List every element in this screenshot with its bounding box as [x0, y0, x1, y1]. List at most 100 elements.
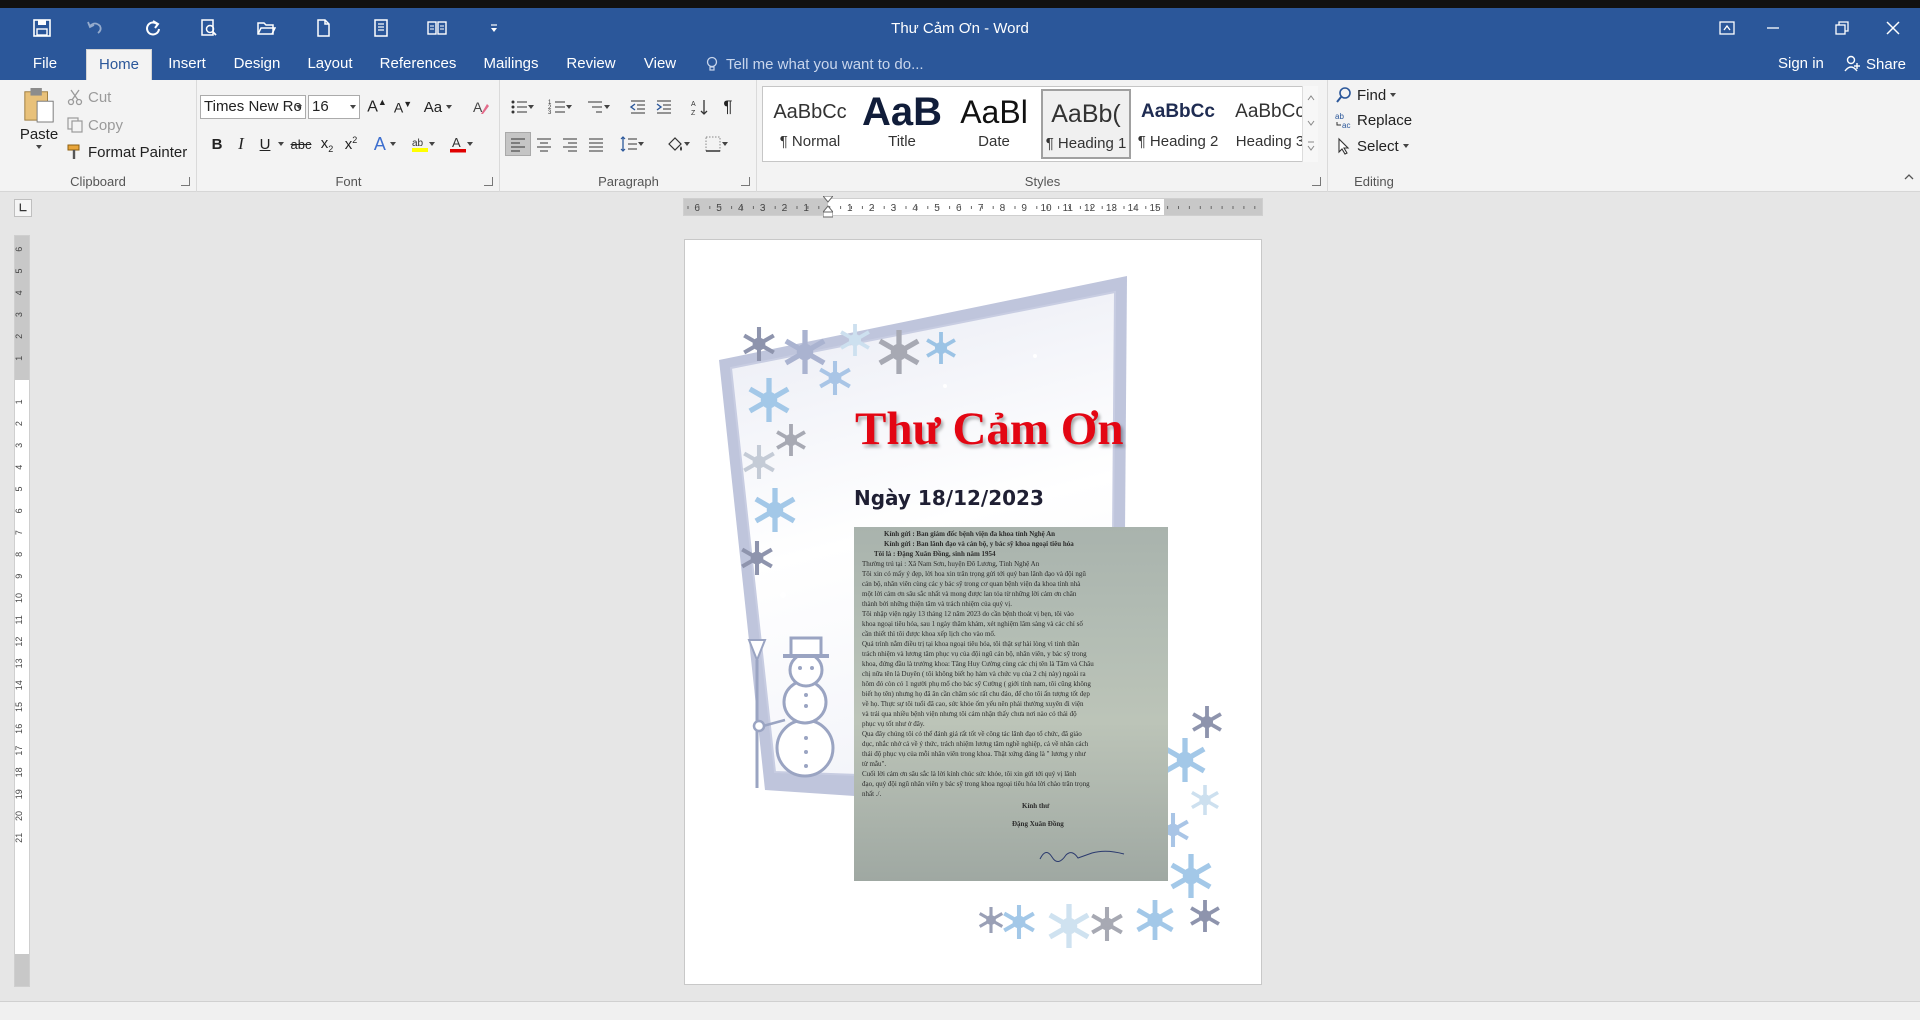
find-button[interactable]: Find — [1335, 86, 1397, 104]
style-heading-1[interactable]: AaBb( ¶ Heading 1 — [1041, 89, 1131, 159]
bold-button[interactable]: B — [204, 132, 230, 156]
tab-view[interactable]: View — [636, 48, 684, 80]
underline-button[interactable]: U — [252, 132, 278, 156]
style-title-name: Title — [888, 133, 916, 150]
undo-icon[interactable] — [78, 13, 112, 43]
style-heading-2[interactable]: AaBbCc ¶ Heading 2 — [1133, 89, 1223, 159]
share-button[interactable]: Share — [1843, 48, 1906, 80]
font-color-icon[interactable]: A — [444, 132, 478, 156]
borders-icon[interactable] — [699, 132, 733, 156]
letter-line: Kính gửi : Ban giám đốc bệnh viện đa kho… — [884, 530, 1056, 538]
cut-button[interactable]: Cut — [66, 88, 111, 106]
vruler-number: 7 — [15, 530, 24, 535]
text-effects-icon[interactable]: A — [368, 132, 402, 156]
clipboard-dialog-launcher[interactable] — [181, 177, 190, 186]
subscript-icon[interactable]: x2 — [314, 132, 340, 156]
style-date[interactable]: AaBl Date — [949, 89, 1039, 159]
open-icon[interactable] — [249, 13, 283, 43]
tab-layout[interactable]: Layout — [300, 48, 360, 80]
letter-line: Tôi xin có mấy ý đẹp, lời hoa xin trân t… — [862, 570, 1086, 578]
clipboard-group: Paste Cut Copy Format Painter Clipboard — [0, 80, 197, 192]
close-icon[interactable] — [1870, 8, 1916, 48]
numbering-icon[interactable]: 123 — [543, 95, 577, 119]
collapse-ribbon-icon[interactable] — [1900, 168, 1918, 186]
format-painter-button[interactable]: Format Painter — [66, 143, 187, 161]
select-button[interactable]: Select — [1335, 137, 1409, 155]
vruler-number: 3 — [15, 312, 24, 317]
indent-marker-icon[interactable] — [821, 195, 835, 218]
tab-insert[interactable]: Insert — [160, 48, 214, 80]
italic-button[interactable]: I — [228, 132, 254, 156]
style-heading-2-preview: AaBbCc — [1141, 101, 1215, 122]
justify-icon[interactable] — [583, 132, 609, 156]
font-size-dropdown-icon[interactable] — [346, 96, 359, 118]
underline-dropdown-icon[interactable] — [276, 132, 286, 156]
multilevel-list-icon[interactable] — [581, 95, 615, 119]
tab-file[interactable]: File — [18, 48, 72, 80]
document-canvas[interactable]: 6 5 4 3 2 1 1 2 3 4 5 6 7 8 9 10 11 12 13 14 15 654321123456… — [0, 193, 1920, 1001]
clear-formatting-icon[interactable]: A — [468, 95, 494, 119]
redo-icon[interactable] — [136, 13, 170, 43]
show-formatting-marks-icon[interactable]: ¶ — [715, 95, 741, 119]
sign-in-link[interactable]: Sign in — [1778, 48, 1824, 80]
document-date[interactable]: Ngày 18/12/2023 — [854, 486, 1044, 510]
tab-design[interactable]: Design — [226, 48, 288, 80]
paragraph-dialog-launcher[interactable] — [741, 177, 750, 186]
style-normal[interactable]: AaBbCc ¶ Normal — [765, 89, 855, 159]
new-document-icon[interactable] — [306, 13, 340, 43]
sort-icon[interactable]: AZ — [687, 95, 713, 119]
letter-line: Tôi là : Đặng Xuân Đồng, sinh năm 1954 — [874, 550, 996, 558]
styles-dialog-launcher[interactable] — [1312, 177, 1321, 186]
styles-gallery-scroll[interactable] — [1302, 86, 1318, 162]
read-mode-icon[interactable] — [420, 13, 454, 43]
print-preview-icon[interactable] — [192, 13, 226, 43]
bullets-icon[interactable] — [505, 95, 539, 119]
font-size-box[interactable]: 16 — [308, 95, 360, 119]
font-name-box[interactable]: Times New Ro — [200, 95, 306, 119]
tab-home[interactable]: Home — [86, 49, 152, 80]
document-heading[interactable]: Thư Cảm Ơn — [855, 402, 1123, 456]
ruler-number: 1 — [847, 203, 853, 214]
document-icon[interactable] — [364, 13, 398, 43]
shading-icon[interactable] — [661, 132, 695, 156]
tab-references[interactable]: References — [372, 48, 464, 80]
vruler-number: 19 — [15, 789, 24, 799]
restore-icon[interactable] — [1819, 8, 1865, 48]
change-case-button[interactable]: Aa — [420, 95, 456, 119]
tab-selector-icon[interactable] — [14, 199, 32, 217]
tab-review[interactable]: Review — [558, 48, 624, 80]
tell-me-box[interactable]: Tell me what you want to do... — [704, 48, 924, 80]
save-icon[interactable] — [25, 13, 59, 43]
paste-button[interactable]: Paste — [14, 86, 64, 149]
paste-label: Paste — [19, 126, 59, 143]
replace-button[interactable]: ab ac Replace — [1335, 111, 1412, 130]
decrease-indent-icon[interactable] — [625, 95, 651, 119]
grow-font-icon[interactable]: A▲ — [364, 95, 390, 119]
editing-group-label: Editing — [1354, 174, 1394, 189]
letter-image[interactable]: Kính gửi : Ban giám đốc bệnh viện đa kho… — [854, 527, 1168, 881]
copy-button[interactable]: Copy — [66, 116, 123, 134]
letter-line: biết họ tên) nhưng họ đã ân cần chăm sóc… — [862, 690, 1090, 698]
status-bar — [0, 1001, 1920, 1020]
shrink-font-icon[interactable]: A▼ — [390, 95, 416, 119]
vertical-ruler[interactable]: 6 5 4 3 2 1 1 2 3 4 5 6 7 8 9 10 11 12 13 14 15 16 17 18 19 20 21 — [14, 235, 30, 987]
font-group-label: Font — [335, 174, 362, 189]
customize-icon[interactable] — [477, 13, 511, 43]
style-title[interactable]: AaB Title — [857, 89, 947, 159]
tab-mailings[interactable]: Mailings — [476, 48, 546, 80]
strikethrough-button[interactable]: abc — [288, 132, 314, 156]
line-spacing-icon[interactable] — [615, 132, 649, 156]
letter-line: Kính thư — [1022, 802, 1050, 810]
superscript-icon[interactable]: x2 — [338, 132, 364, 156]
align-center-icon[interactable] — [531, 132, 557, 156]
minimize-icon[interactable] — [1750, 8, 1796, 48]
align-right-icon[interactable] — [557, 132, 583, 156]
font-name-dropdown-icon[interactable] — [292, 96, 305, 118]
ribbon-display-options-icon[interactable] — [1704, 8, 1750, 48]
increase-indent-icon[interactable] — [651, 95, 677, 119]
highlight-icon[interactable]: ab — [406, 132, 440, 156]
horizontal-ruler[interactable]: 6 5 4 3 2 1 1 2 3 4 5 6 7 8 9 10 11 12 13 14 15 — [683, 195, 1263, 218]
font-dialog-launcher[interactable] — [484, 177, 493, 186]
align-left-icon[interactable] — [505, 132, 531, 156]
document-page[interactable]: Thư Cảm Ơn Ngày 18/12/2023 Kính gửi : Ba… — [684, 239, 1262, 985]
